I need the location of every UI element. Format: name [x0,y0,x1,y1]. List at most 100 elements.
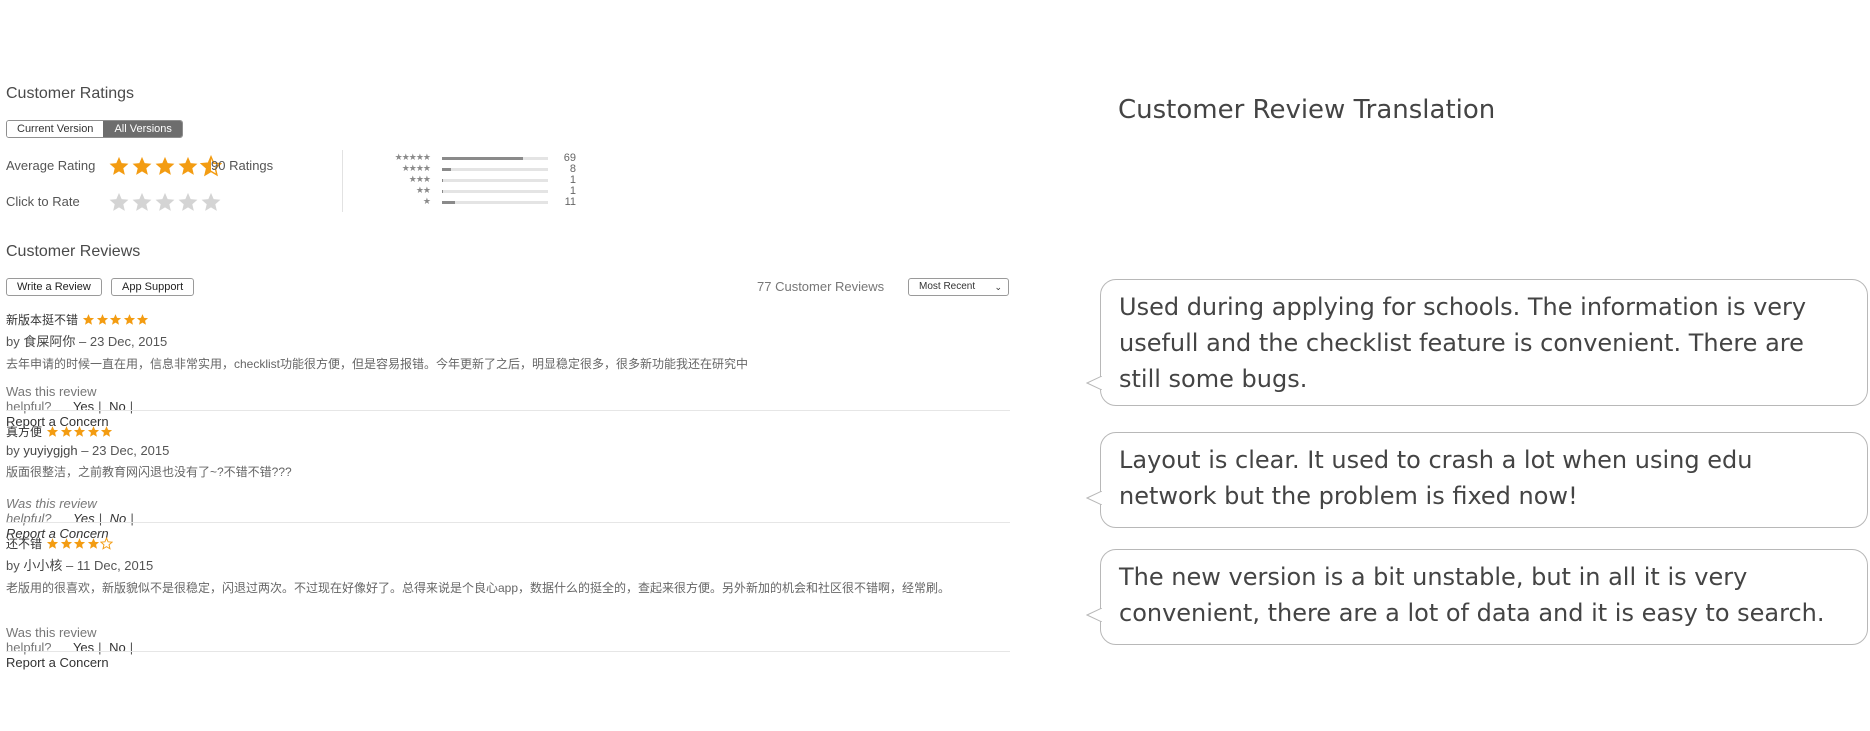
separator: | [98,640,102,655]
report-concern-link[interactable]: Report a Concern [6,655,109,670]
star-icon [155,156,175,175]
separator: | [98,511,103,526]
click-to-rate-label: Click to Rate [6,194,80,209]
review-item: 真方便 by yuyiygjgh – 23 Dec, 2015 版面很整洁，之前… [6,423,1010,480]
translation-text: Layout is clear. It used to crash a lot … [1119,446,1753,510]
review-stars [46,425,114,438]
histogram-stars-label: ★★★★★ [394,152,431,162]
histogram-bar-track [442,168,548,171]
tab-current-version[interactable]: Current Version [7,121,104,137]
review-body: 去年申请的时候一直在用，信息非常实用，checklist功能很方便，但是容易报错… [6,357,749,371]
review-date: – 23 Dec, 2015 [81,443,170,458]
bubble-tail [1086,491,1102,505]
histogram-stars-label: ★★★★ [401,163,431,173]
rate-star-5[interactable] [200,191,222,213]
app-support-button[interactable]: App Support [111,278,195,296]
review-author[interactable]: 食屎阿你 [23,334,75,349]
review-by: by [6,443,20,458]
average-rating-stars [108,155,223,177]
helpful-no-link[interactable]: No [110,511,127,526]
rate-star-2[interactable] [131,191,153,213]
translation-panel: Customer Review Translation Used during … [1086,0,1870,731]
rate-star-1[interactable] [108,191,130,213]
review-title: 新版本挺不错 [6,313,79,327]
bubble-tail [1086,376,1102,390]
star-icon [73,426,86,437]
review-by: by [6,558,20,573]
review-divider [6,522,1010,523]
review-divider [6,651,1010,652]
empty-star-icon [100,537,114,550]
version-segmented-control: Current Version All Versions [6,120,183,138]
review-by: by [6,334,20,349]
translation-bubble: Used during applying for schools. The in… [1086,279,1868,406]
histogram-bar-fill [442,157,524,160]
histogram-stars-label: ★★★ [408,174,431,184]
star-icon [100,426,113,437]
review-author[interactable]: yuyiygjgh [23,443,77,458]
separator: | [129,640,134,655]
star-icon [123,314,135,325]
tab-all-versions[interactable]: All Versions [103,121,182,137]
helpful-yes-link[interactable]: Yes [73,511,95,526]
star-icon [87,538,99,549]
histogram-count: 11 [564,196,576,208]
helpful-no-link[interactable]: No [109,399,126,414]
helpful-yes-link[interactable]: Yes [73,640,94,655]
review-body: 版面很整洁，之前教育网闪退也没有了~?不错不错??? [6,465,292,479]
ratings-count: 90 Ratings [211,158,274,173]
star-icon [82,314,95,325]
translation-bubble: Layout is clear. It used to crash a lot … [1086,432,1868,528]
bubble-tail [1086,608,1102,622]
review-item: 新版本挺不错 by 食屎阿你 – 23 Dec, 2015 去年申请的时候一直在… [6,311,1010,372]
separator: | [129,399,134,414]
star-icon [60,426,72,437]
customer-ratings-title: Customer Ratings [6,85,135,102]
histogram-bar-fill [442,168,452,171]
ratings-divider [342,150,343,212]
histogram-bar-track [442,201,548,204]
separator: | [130,511,134,526]
star-icon [178,156,198,175]
star-icon [136,314,149,325]
star-icon [96,314,108,325]
histogram-bar-fill [442,179,444,182]
rating-histogram: ★★★★★ 69 ★★★★ 8 ★★★ 1 ★★ 1 ★ 11 [376,152,576,208]
histogram-bar-track [442,157,548,160]
translation-bubble: The new version is a bit unstable, but i… [1086,549,1868,645]
review-count: 77 Customer Reviews [757,279,885,294]
review-author[interactable]: 小小核 [23,558,62,573]
helpful-no-link[interactable]: No [109,640,126,655]
translation-text: Used during applying for schools. The in… [1119,293,1807,393]
separator: | [98,399,102,414]
translation-title: Customer Review Translation [1118,95,1496,125]
review-date: – 11 Dec, 2015 [66,558,154,573]
histogram-stars-label: ★★ [415,185,431,195]
review-title-row: 真方便 [6,423,1010,440]
review-title: 还不错 [6,537,43,551]
review-stars [46,537,114,550]
star-icon [46,538,59,549]
histogram-stars-label: ★ [422,196,431,206]
customer-reviews-title: Customer Reviews [6,243,141,260]
star-icon [109,314,122,325]
sort-select[interactable]: Most Recent ⌄ [908,278,1009,296]
review-byline: by 小小核 – 11 Dec, 2015 [6,555,1010,574]
review-title-row: 新版本挺不错 [6,311,1010,328]
star-icon [46,426,59,437]
review-item: 还不错 by 小小核 – 11 Dec, 2015 老版用的很喜欢，新版貌似不是… [6,535,1010,596]
star-icon [60,538,72,549]
star-icon [87,426,99,437]
histogram-bar-track [442,190,548,193]
rate-star-3[interactable] [154,191,176,213]
histogram-bar-fill [442,190,444,193]
rate-star-4[interactable] [177,191,199,213]
write-review-button[interactable]: Write a Review [6,278,102,296]
review-byline: by yuyiygjgh – 23 Dec, 2015 [6,443,1010,458]
review-byline: by 食屎阿你 – 23 Dec, 2015 [6,331,1010,350]
translation-text: The new version is a bit unstable, but i… [1119,563,1825,627]
app-store-reviews-panel: Customer Ratings Current Version All Ver… [6,0,1010,731]
helpful-yes-link[interactable]: Yes [73,399,94,414]
click-to-rate-stars [108,191,223,213]
review-body: 老版用的很喜欢，新版貌似不是很稳定，闪退过两次。不过现在好像好了。总得来说是个良… [6,581,951,595]
